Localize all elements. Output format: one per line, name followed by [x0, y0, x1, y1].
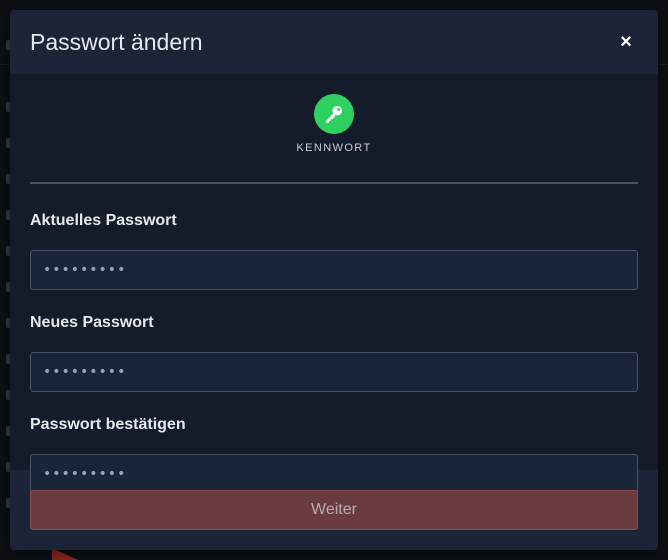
- new-password-input[interactable]: [30, 352, 638, 392]
- password-section-icon-group: KENNWORT: [30, 74, 638, 154]
- continue-button[interactable]: Weiter: [30, 490, 638, 530]
- new-password-label: Neues Passwort: [30, 314, 154, 331]
- current-password-label: Aktuelles Passwort: [30, 212, 177, 229]
- dialog-body: KENNWORT Aktuelles Passwort Neues Passwo…: [10, 74, 658, 494]
- section-divider: [30, 182, 638, 184]
- dialog-title: Passwort ändern: [30, 28, 203, 55]
- change-password-dialog: Passwort ändern × KENNWORT Aktuelles Pas…: [10, 10, 658, 550]
- confirm-password-label: Passwort bestätigen: [30, 416, 186, 433]
- key-icon-glyph: [326, 106, 342, 123]
- current-password-input[interactable]: [30, 250, 638, 290]
- dialog-header: Passwort ändern ×: [10, 10, 658, 74]
- key-icon: [314, 94, 354, 134]
- close-button[interactable]: ×: [614, 30, 638, 54]
- current-password-group: Aktuelles Passwort: [30, 212, 638, 290]
- dialog-footer: Weiter: [10, 470, 658, 550]
- key-icon-label: KENNWORT: [296, 142, 372, 154]
- new-password-group: Neues Passwort: [30, 314, 638, 392]
